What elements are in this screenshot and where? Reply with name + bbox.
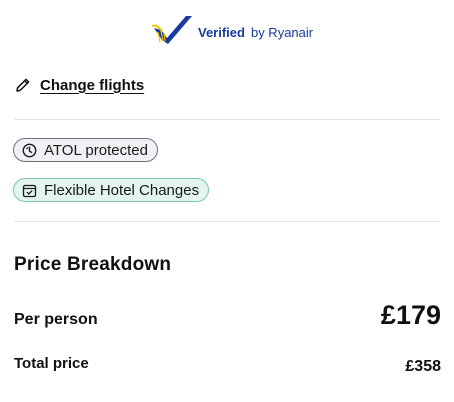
change-flights-link[interactable]: Change flights [14, 76, 144, 94]
total-price-label: Total price [14, 355, 89, 372]
price-breakdown-title: Price Breakdown [14, 254, 172, 275]
verified-by-ryanair-banner: Verified by Ryanair [150, 14, 313, 50]
pencil-icon [16, 78, 30, 92]
change-flights-label[interactable]: Change flights [40, 77, 144, 94]
atol-icon [22, 143, 37, 157]
flexible-hotel-changes-label: Flexible Hotel Changes [44, 181, 200, 199]
per-person-price: £179 [380, 300, 441, 330]
ryanair-harp-check-icon [151, 16, 192, 44]
per-person-label: Per person [14, 311, 98, 328]
total-price-value: £358 [405, 358, 441, 375]
by-ryanair-label: by Ryanair [250, 24, 314, 40]
flexible-hotel-changes-badge: Flexible Hotel Changes [13, 178, 210, 202]
calendar-check-icon [22, 184, 37, 197]
divider [14, 119, 440, 120]
divider [14, 221, 440, 222]
atol-protected-label: ATOL protected [44, 141, 148, 159]
atol-protected-badge: ATOL protected [13, 138, 158, 162]
verified-label: Verified [198, 24, 245, 40]
